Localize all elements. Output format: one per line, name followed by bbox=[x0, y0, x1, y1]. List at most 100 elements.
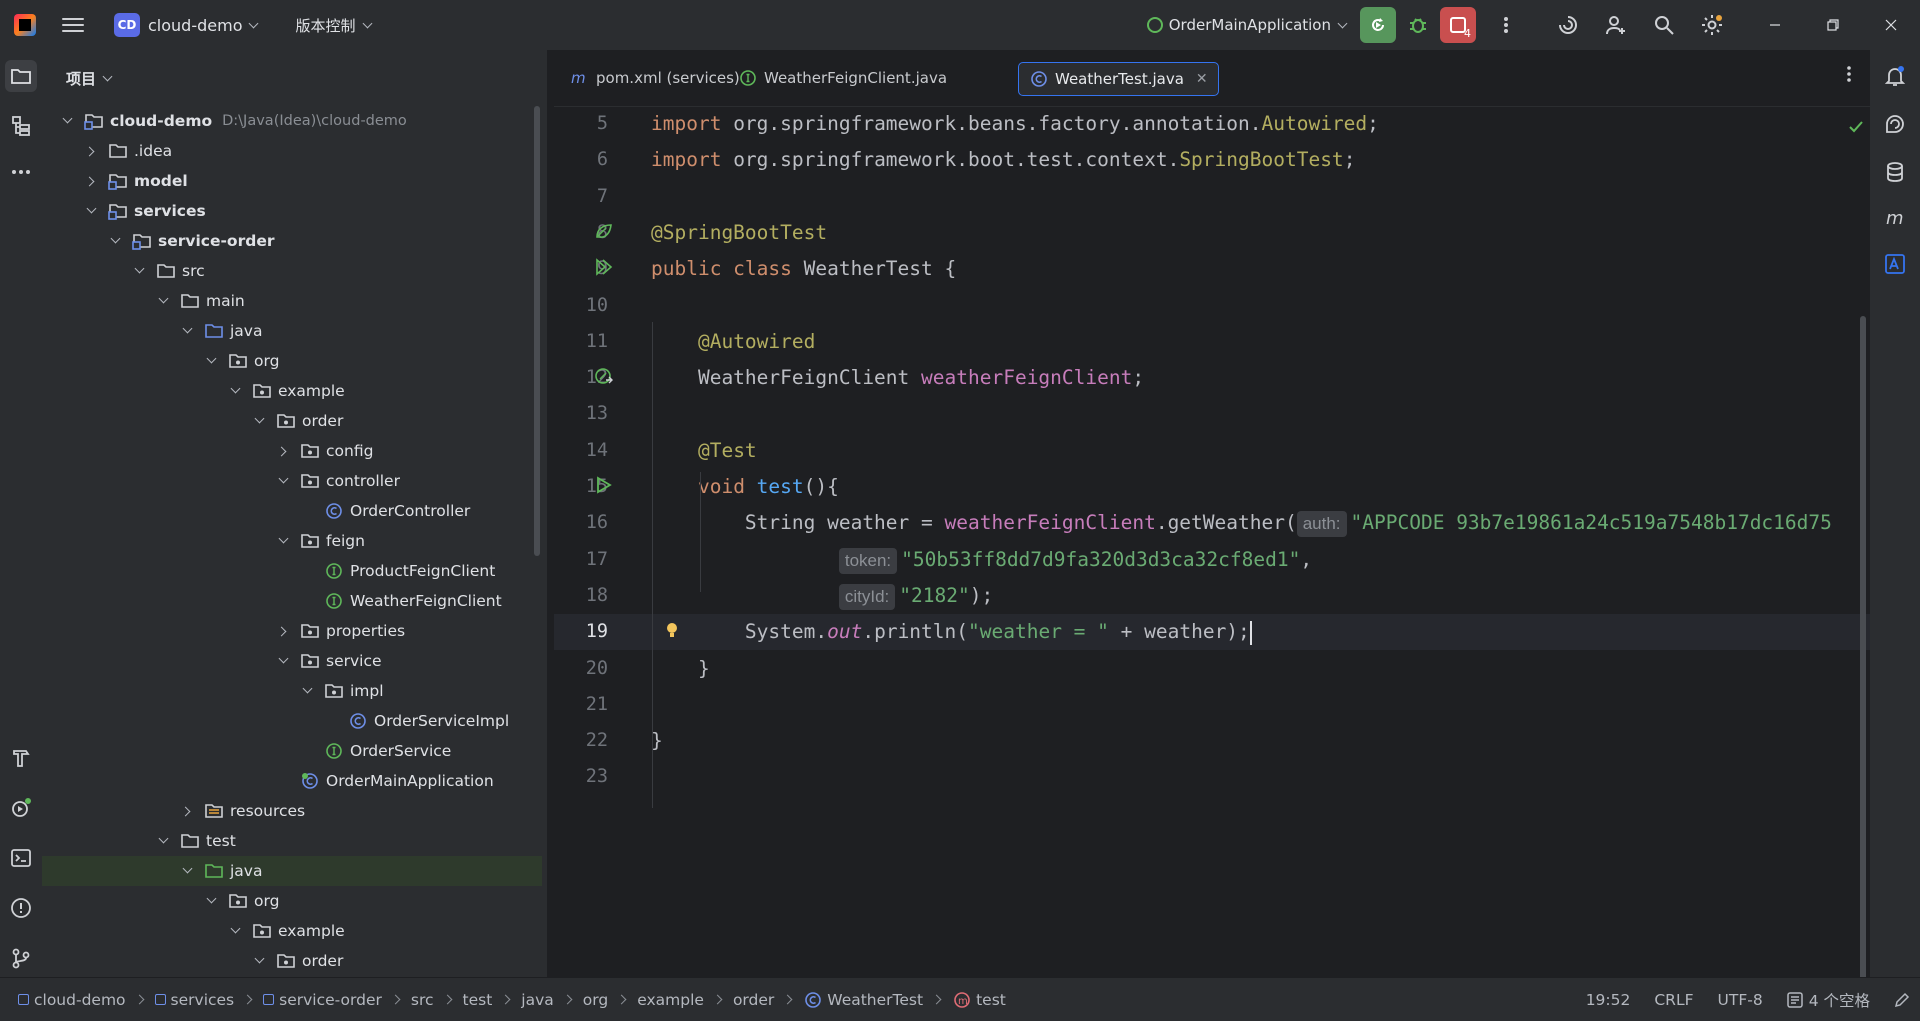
code-line[interactable]: 5 import org.springframework.beans.factor… bbox=[554, 106, 1870, 142]
project-view-selector[interactable]: 项目 bbox=[42, 50, 547, 106]
chevron-down-icon[interactable] bbox=[254, 415, 266, 427]
code-line[interactable]: 22} bbox=[554, 723, 1870, 759]
breadcrumb-item[interactable]: src bbox=[411, 991, 463, 1009]
database-button[interactable] bbox=[1879, 156, 1911, 188]
code-line[interactable]: 19 System.out.println("weather = " + wea… bbox=[554, 614, 1870, 651]
breadcrumb-item[interactable]: WeatherTest bbox=[803, 991, 952, 1009]
tree-item[interactable]: order bbox=[42, 406, 542, 436]
code-line[interactable]: 17 token: "50b53ff8dd7d9fa320d3d3ca32cf8e… bbox=[554, 542, 1870, 578]
problems-tool-button[interactable] bbox=[5, 892, 37, 924]
code-line[interactable]: 20 } bbox=[554, 651, 1870, 687]
code-line[interactable]: 18 cityId: "2182"); bbox=[554, 578, 1870, 614]
tree-item[interactable]: controller bbox=[42, 466, 542, 496]
tree-item[interactable]: resources bbox=[42, 796, 542, 826]
chevron-down-icon[interactable] bbox=[302, 685, 314, 697]
breadcrumb-item[interactable]: order bbox=[733, 991, 803, 1009]
tree-item[interactable]: example bbox=[42, 916, 542, 946]
tree-item[interactable]: impl bbox=[42, 676, 542, 706]
tree-item[interactable]: config bbox=[42, 436, 542, 466]
tree-item[interactable]: properties bbox=[42, 616, 542, 646]
tree-item[interactable]: service-order bbox=[42, 226, 542, 256]
autowired-bean-icon[interactable] bbox=[594, 367, 616, 389]
rerun-button[interactable] bbox=[1360, 7, 1396, 43]
close-window-button[interactable] bbox=[1862, 0, 1920, 50]
tree-item[interactable]: OrderController bbox=[42, 496, 542, 526]
tree-item[interactable]: services bbox=[42, 196, 542, 226]
build-tool-button[interactable] bbox=[5, 742, 37, 774]
chevron-right-icon[interactable] bbox=[278, 625, 290, 637]
breadcrumb-item[interactable]: test bbox=[463, 991, 522, 1009]
code-line[interactable]: 12 WeatherFeignClient weatherFeignClient… bbox=[554, 360, 1870, 396]
chevron-down-icon[interactable] bbox=[206, 895, 218, 907]
chevron-down-icon[interactable] bbox=[278, 535, 290, 547]
editor-tab[interactable]: m pom.xml (services) bbox=[560, 62, 750, 94]
code-line[interactable]: 7 bbox=[554, 179, 1870, 215]
services-tool-button[interactable] bbox=[5, 792, 37, 824]
tree-item[interactable]: .idea bbox=[42, 136, 542, 166]
more-actions-button[interactable] bbox=[1486, 5, 1526, 45]
tabs-menu-button[interactable] bbox=[1846, 64, 1852, 88]
code-line[interactable]: 15 void test(){ bbox=[554, 469, 1870, 505]
breadcrumb-item[interactable]: services bbox=[154, 991, 264, 1009]
line-separator[interactable]: CRLF bbox=[1654, 991, 1693, 1009]
editor-vertical-scrollbar[interactable] bbox=[1860, 316, 1866, 977]
restore-button[interactable] bbox=[1804, 0, 1862, 50]
code-line[interactable]: 8@SpringBootTest bbox=[554, 215, 1870, 251]
tree-item[interactable]: test bbox=[42, 826, 542, 856]
tree-item[interactable]: feign bbox=[42, 526, 542, 556]
tree-item[interactable]: service bbox=[42, 646, 542, 676]
tree-item[interactable]: main bbox=[42, 286, 542, 316]
settings-button[interactable] bbox=[1692, 5, 1732, 45]
tree-item[interactable]: model bbox=[42, 166, 542, 196]
chevron-down-icon[interactable] bbox=[278, 655, 290, 667]
file-encoding[interactable]: UTF-8 bbox=[1718, 991, 1763, 1009]
code-area[interactable]: 23 22} 21 20 } 19 System.out.println("weathe… bbox=[554, 106, 1870, 977]
breadcrumb-item[interactable]: example bbox=[637, 991, 733, 1009]
chevron-down-icon[interactable] bbox=[62, 115, 74, 127]
chevron-down-icon[interactable] bbox=[206, 355, 218, 367]
chevron-down-icon[interactable] bbox=[182, 325, 194, 337]
chevron-right-icon[interactable] bbox=[278, 445, 290, 457]
notifications-button[interactable] bbox=[1879, 60, 1911, 92]
debug-button[interactable] bbox=[1404, 7, 1432, 43]
terminal-tool-button[interactable] bbox=[5, 842, 37, 874]
chevron-down-icon[interactable] bbox=[278, 475, 290, 487]
tree-item[interactable]: order bbox=[42, 946, 542, 976]
chevron-right-icon[interactable] bbox=[86, 175, 98, 187]
run-all-icon[interactable] bbox=[594, 258, 616, 280]
tab-close-icon[interactable]: ✕ bbox=[1196, 71, 1208, 87]
chevron-down-icon[interactable] bbox=[182, 865, 194, 877]
minimize-button[interactable] bbox=[1746, 0, 1804, 50]
editor-tab[interactable]: WeatherFeignClient.java bbox=[728, 62, 957, 94]
code-line[interactable]: 13 bbox=[554, 396, 1870, 432]
tree-item[interactable]: java bbox=[42, 856, 542, 886]
editor-tab[interactable]: WeatherTest.java ✕ bbox=[1018, 62, 1219, 96]
breadcrumb-item[interactable]: org bbox=[583, 991, 637, 1009]
chevron-down-icon[interactable] bbox=[86, 205, 98, 217]
code-line[interactable]: 16 String weather = weatherFeignClient.g… bbox=[554, 505, 1870, 541]
code-line[interactable]: 6 import org.springframework.boot.test.co… bbox=[554, 142, 1870, 178]
project-tool-button[interactable] bbox=[5, 60, 37, 92]
chevron-down-icon[interactable] bbox=[158, 835, 170, 847]
git-tool-button[interactable] bbox=[5, 942, 37, 974]
run-configuration-selector[interactable]: OrderMainApplication bbox=[1146, 16, 1348, 34]
chevron-down-icon[interactable] bbox=[134, 265, 146, 277]
vcs-menu[interactable]: 版本控制 bbox=[295, 15, 372, 36]
main-menu-button[interactable] bbox=[62, 18, 84, 32]
breadcrumb-item[interactable]: service-order bbox=[263, 991, 411, 1009]
translate-button[interactable] bbox=[1879, 248, 1911, 280]
code-line[interactable]: 14 @Test bbox=[554, 433, 1870, 469]
tree-item[interactable]: cloud-demo D:\Java(Idea)\cloud-demo bbox=[42, 106, 542, 136]
breadcrumb-item[interactable]: java bbox=[521, 991, 582, 1009]
tree-item[interactable]: ProductFeignClient bbox=[42, 556, 542, 586]
chevron-down-icon[interactable] bbox=[158, 295, 170, 307]
read-only-toggle[interactable] bbox=[1894, 992, 1910, 1008]
more-tools-button[interactable] bbox=[5, 156, 37, 188]
project-switcher[interactable]: CD cloud-demo bbox=[114, 13, 259, 37]
tree-item[interactable]: example bbox=[42, 376, 542, 406]
caret-position[interactable]: 19:52 bbox=[1586, 991, 1631, 1009]
code-line[interactable]: 11 @Autowired bbox=[554, 324, 1870, 360]
project-tree-scrollbar[interactable] bbox=[534, 106, 540, 556]
spring-bean-icon[interactable] bbox=[594, 222, 616, 244]
run-test-icon[interactable] bbox=[594, 476, 616, 498]
